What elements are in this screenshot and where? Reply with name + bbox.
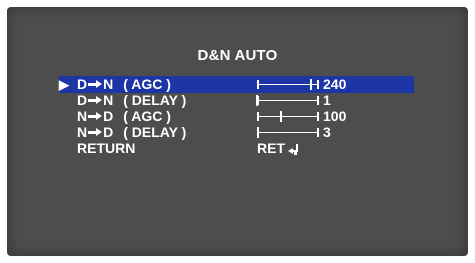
param-name: ( AGC ) — [123, 76, 171, 92]
menu-item-value: 1 — [323, 92, 331, 108]
menu-title: D&N AUTO — [197, 47, 278, 64]
to-mode: D — [103, 108, 114, 124]
menu-item-dn-delay[interactable]: D N ( DELAY ) 1 — [59, 92, 414, 109]
level-slider[interactable] — [256, 92, 319, 109]
param-name: ( DELAY ) — [123, 92, 187, 108]
osd-screen: D&N AUTO ▶ DN( AGC ) 240 DN( DELAY ) 1 — [7, 7, 468, 256]
from-mode: N — [77, 124, 88, 140]
to-mode: D — [103, 124, 114, 140]
menu-item-dn-agc[interactable]: ▶ D N ( AGC ) 240 — [59, 76, 414, 93]
return-value: RET — [257, 140, 299, 157]
slider-end-tick — [317, 128, 319, 137]
from-mode: N — [77, 108, 88, 124]
menu-item-label: N D ( DELAY ) — [77, 124, 186, 141]
menu-item-value: 3 — [323, 124, 331, 140]
slider-end-tick — [317, 80, 319, 89]
right-arrow-icon — [88, 124, 103, 141]
right-arrow-icon — [88, 76, 103, 93]
slider-track — [257, 132, 319, 133]
from-mode: D — [77, 76, 88, 92]
menu-item-label: D N ( DELAY ) — [77, 92, 186, 109]
level-slider[interactable] — [257, 108, 319, 125]
from-mode: D — [77, 92, 88, 108]
menu-item-value: 100 — [323, 108, 347, 124]
right-arrow-icon — [88, 92, 103, 109]
menu-item-return[interactable]: RETURN RET — [59, 140, 414, 157]
slider-thumb[interactable] — [256, 95, 258, 106]
level-slider[interactable] — [257, 124, 319, 141]
menu-item-label: N D ( AGC ) — [77, 108, 171, 125]
slider-end-tick — [317, 112, 319, 121]
slider-thumb[interactable] — [280, 111, 283, 122]
slider-end-tick — [317, 96, 319, 105]
enter-icon — [288, 140, 299, 157]
selection-cursor-icon: ▶ — [59, 77, 69, 92]
menu-item-nd-delay[interactable]: N D ( DELAY ) 3 — [59, 124, 414, 141]
slider-track — [257, 116, 319, 117]
slider-thumb[interactable] — [309, 79, 312, 90]
level-slider[interactable] — [257, 76, 319, 93]
slider-thumb[interactable] — [257, 127, 260, 138]
to-mode: N — [103, 92, 114, 108]
param-name: ( AGC ) — [123, 108, 171, 124]
param-name: ( DELAY ) — [123, 124, 187, 140]
slider-track — [257, 100, 319, 101]
menu-item-label: D N ( AGC ) — [77, 76, 171, 93]
return-value-text: RET — [257, 140, 285, 156]
right-arrow-icon — [88, 108, 103, 125]
menu-item-value: 240 — [323, 76, 347, 92]
to-mode: N — [103, 76, 114, 92]
menu-item-nd-agc[interactable]: N D ( AGC ) 100 — [59, 108, 414, 125]
return-label: RETURN — [77, 140, 136, 156]
